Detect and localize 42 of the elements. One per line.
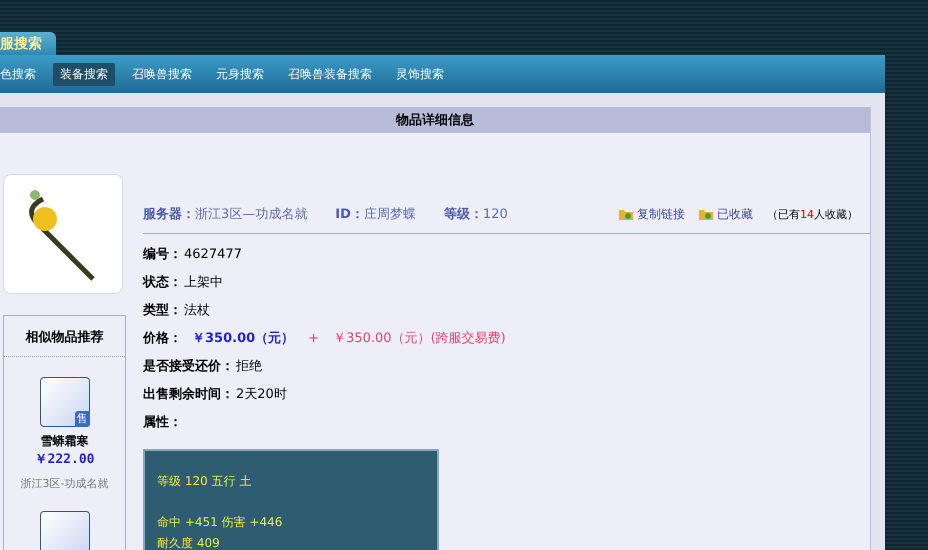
field-label: 是否接受还价：	[143, 358, 234, 375]
level-label: 等级：	[444, 206, 483, 223]
attribute-line: 命中 +451 伤害 +446	[157, 514, 284, 531]
field-label: 编号：	[143, 246, 182, 263]
level-value: 120	[482, 206, 508, 222]
attribute-line: 耐久度 409	[157, 535, 221, 550]
nav-tab[interactable]: 召唤兽搜索	[125, 62, 199, 86]
server-label: 服务器：	[143, 206, 195, 223]
nav-tab[interactable]: 灵饰搜索	[389, 62, 451, 86]
favorited-link[interactable]: 已收藏	[717, 206, 753, 222]
fee-value: ￥350.00（元）(跨服交易费)	[333, 330, 506, 347]
nav-tab[interactable]: 色搜索	[0, 62, 43, 86]
plus-sign: +	[308, 330, 320, 346]
server-name: 浙江3区—功成名就	[195, 206, 308, 223]
section-title: 相似物品推荐	[4, 316, 125, 357]
panel-title: 物品详细信息	[396, 112, 474, 129]
favorite-count-text: （已有14人收藏）	[767, 206, 858, 222]
field-value: 4627477	[184, 246, 242, 262]
field-value: 2天20时	[236, 386, 287, 403]
item-thumbnail[interactable]: 售	[40, 377, 90, 427]
item-thumbnail[interactable]	[40, 511, 90, 550]
field-label: 类型：	[143, 302, 182, 319]
copy-link[interactable]: 复制链接	[637, 206, 685, 222]
field-label: 属性：	[143, 414, 182, 431]
player-id: 庄周梦蝶	[364, 206, 416, 223]
field-value: 上架中	[184, 274, 223, 291]
field-value: 法杖	[184, 302, 210, 319]
header-tab[interactable]: 服搜索	[0, 32, 56, 55]
attribute-line: 等级 120 五行 土	[157, 473, 252, 490]
id-label: ID：	[335, 206, 364, 223]
price-value: ￥350.00（元）	[192, 330, 294, 347]
field-value: 拒绝	[236, 358, 262, 375]
field-label: 状态：	[143, 274, 182, 291]
item-name[interactable]: 雪蟒霜寒	[40, 433, 88, 450]
item-price: ￥222.00	[34, 451, 94, 468]
field-label: 价格：	[143, 330, 182, 347]
nav-tab[interactable]: 召唤兽装备搜索	[281, 62, 379, 86]
field-label: 出售剩余时间：	[143, 386, 234, 403]
sale-badge: 售	[74, 411, 90, 427]
nav-tab[interactable]: 元身搜索	[209, 62, 271, 86]
nav-tab[interactable]: 装备搜索	[53, 62, 115, 86]
item-server: 浙江3区-功成名就	[20, 476, 108, 491]
